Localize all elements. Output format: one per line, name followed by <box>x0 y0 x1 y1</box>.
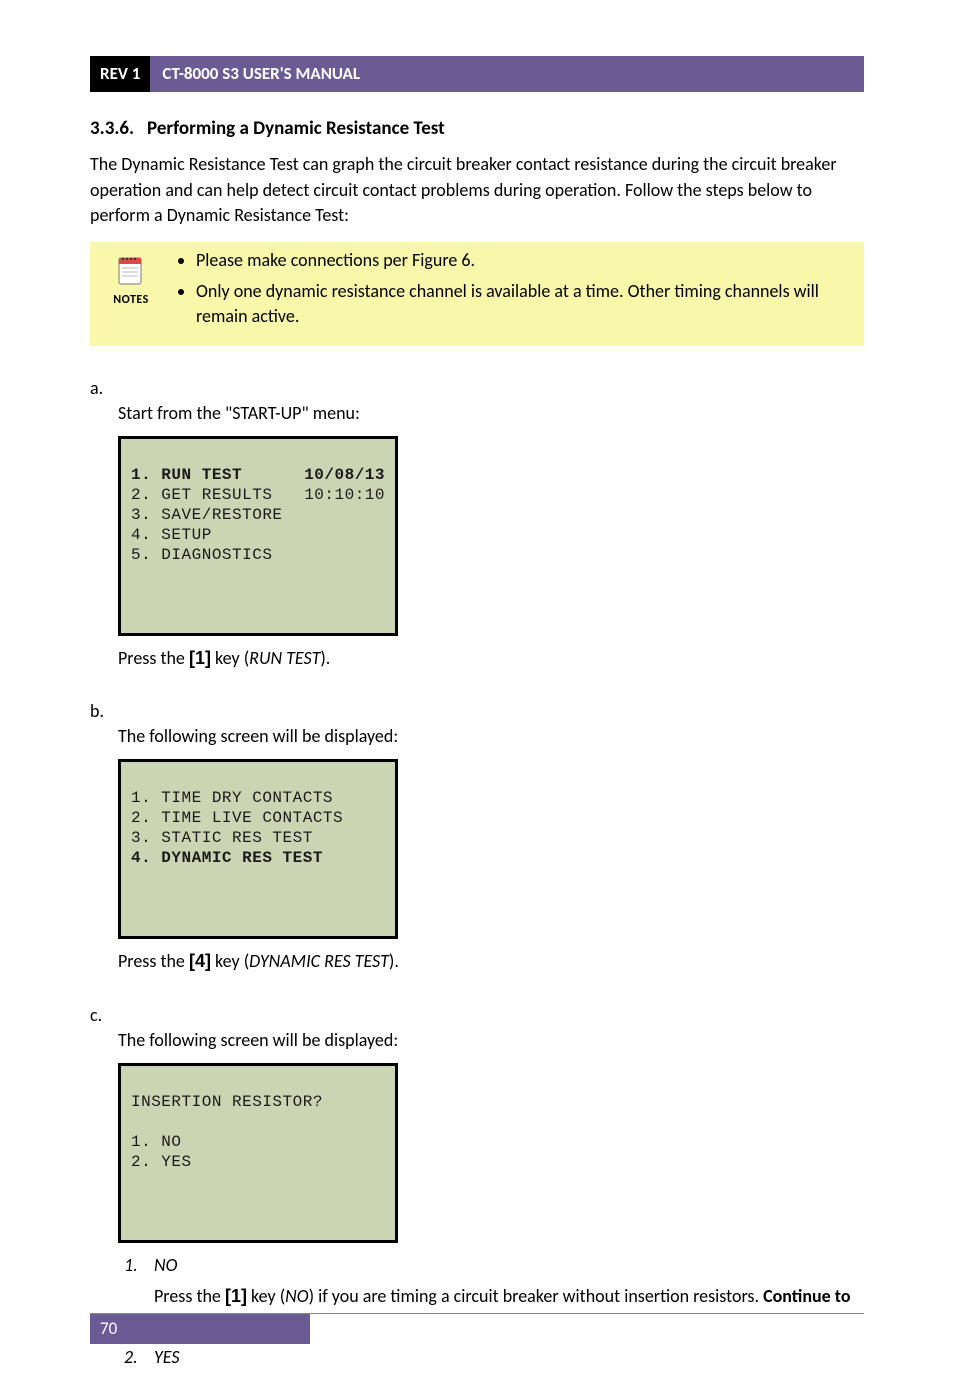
key-label: [4] <box>189 951 211 971</box>
step-b: b. The following screen will be displaye… <box>118 699 864 989</box>
notes-left: NOTES <box>96 248 166 336</box>
step-b-instruction: Press the [4] key (DYNAMIC RES TEST). <box>118 949 860 974</box>
instr-em: RUN TEST <box>249 647 320 669</box>
key-label: [1] <box>225 1286 247 1306</box>
step-marker: b. <box>90 699 118 724</box>
page-number: 70 <box>90 1314 310 1344</box>
body-text: ) if you are timing a circuit breaker wi… <box>309 1285 764 1307</box>
lcd-line: 4. DYNAMIC RES TEST <box>131 848 385 868</box>
lcd-line: 3. STATIC RES TEST <box>131 828 385 848</box>
notes-content: Please make connections per Figure 6. On… <box>166 248 854 336</box>
lcd-line: 4. SETUP <box>131 525 385 545</box>
lcd-line: 2. YES <box>131 1152 385 1172</box>
option-2: 2. YES <box>154 1345 860 1370</box>
section-number: 3.3.6. <box>90 117 134 140</box>
notes-label: NOTES <box>113 292 149 309</box>
option-list: 1. NO Press the [1] key (NO) if you are … <box>118 1253 860 1370</box>
lcd-line: 1. NO <box>131 1132 385 1152</box>
section-heading: 3.3.6. Performing a Dynamic Resistance T… <box>90 116 864 143</box>
option-head: NO <box>154 1253 860 1278</box>
option-marker: 2. <box>124 1345 138 1370</box>
step-a-text: Start from the "START-UP" menu: <box>118 402 360 424</box>
lcd-line: INSERTION RESISTOR? <box>131 1092 385 1112</box>
instr-text: ). <box>389 950 399 972</box>
body-text: Press the <box>154 1285 225 1307</box>
notepad-icon <box>113 252 149 288</box>
footer: 70 <box>90 1313 864 1344</box>
lcd-screen-testtype: 1. TIME DRY CONTACTS2. TIME LIVE CONTACT… <box>118 759 398 939</box>
notes-item: Please make connections per Figure 6. <box>196 248 854 273</box>
step-marker: c. <box>90 1003 118 1028</box>
step-a: a. Start from the "START-UP" menu: 1. RU… <box>118 376 864 686</box>
page: REV 1 CT-8000 S3 USER'S MANUAL 3.3.6. Pe… <box>0 0 954 1380</box>
step-a-instruction: Press the [1] key (RUN TEST). <box>118 646 860 671</box>
header-bar: REV 1 CT-8000 S3 USER'S MANUAL <box>90 56 864 92</box>
lcd-time: 10:10:10 <box>304 485 385 505</box>
lcd-line: 1. RUN TEST <box>131 465 242 485</box>
lcd-screen-startup: 1. RUN TEST 10/08/13 2. GET RESULTS 10:10:1… <box>118 436 398 636</box>
body-text: key ( <box>247 1285 285 1307</box>
header-rev: REV 1 <box>90 56 150 92</box>
lcd-date: 10/08/13 <box>304 465 385 485</box>
instr-text: Press the <box>118 950 189 972</box>
lcd-line: 2. TIME LIVE CONTACTS <box>131 808 385 828</box>
section-title-sep <box>138 117 147 140</box>
step-c-text: The following screen will be displayed: <box>118 1029 398 1051</box>
instr-em: DYNAMIC RES TEST <box>249 950 389 972</box>
key-label: [1] <box>189 648 211 668</box>
instr-text: key ( <box>211 647 249 669</box>
instr-text: key ( <box>211 950 249 972</box>
instr-text: Press the <box>118 647 189 669</box>
notes-box: NOTES Please make connections per Figure… <box>90 242 864 346</box>
notes-item: Only one dynamic resistance channel is a… <box>196 279 854 329</box>
lcd-line <box>131 1112 385 1132</box>
step-list: a. Start from the "START-UP" menu: 1. RU… <box>90 376 864 1380</box>
lcd-line: 1. TIME DRY CONTACTS <box>131 788 385 808</box>
intro-paragraph: The Dynamic Resistance Test can graph th… <box>90 152 864 228</box>
lcd-line: 2. GET RESULTS <box>131 485 272 505</box>
section-title: Performing a Dynamic Resistance Test <box>147 117 445 140</box>
lcd-screen-insertion: INSERTION RESISTOR? 1. NO2. YES <box>118 1063 398 1243</box>
body-em: NO <box>285 1285 308 1307</box>
header-title: CT-8000 S3 USER'S MANUAL <box>150 56 864 92</box>
step-marker: a. <box>90 376 118 401</box>
lcd-line: 5. DIAGNOSTICS <box>131 545 385 565</box>
option-marker: 1. <box>124 1253 138 1278</box>
lcd-line: 3. SAVE/RESTORE <box>131 505 385 525</box>
instr-text: ). <box>320 647 330 669</box>
step-b-text: The following screen will be displayed: <box>118 725 398 747</box>
option-head: YES <box>154 1345 860 1370</box>
